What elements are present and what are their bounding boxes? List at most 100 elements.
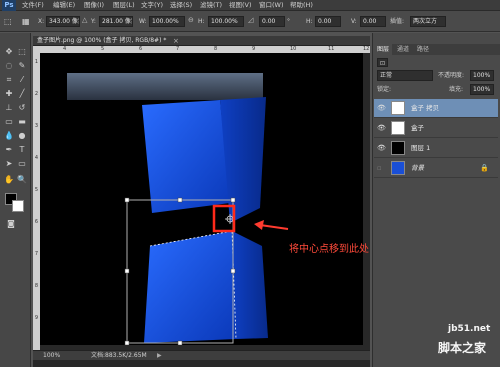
dodge-tool-icon[interactable]: ● [17,131,27,141]
menu-view[interactable]: 视图(V) [229,0,252,11]
vskew-label: V: [351,18,357,25]
watermark-name: 脚本之家 [438,341,487,355]
layer-thumbnail [391,101,405,115]
eyedropper-tool-icon[interactable]: ⁄ [17,75,27,85]
rotate-input[interactable]: 0.00 [259,16,285,27]
stamp-tool-icon[interactable]: ⊥ [4,103,14,113]
menu-window[interactable]: 窗口(W) [259,0,284,11]
annotation-text: 将中心点移到此处 [289,244,369,255]
layer-row[interactable]: 👁 盒子 [374,119,498,138]
zoom-tool-icon[interactable]: 🔍 [17,175,27,185]
panel-tabs: 图层 通道 路径 [374,44,500,55]
eye-icon[interactable]: 👁 [377,124,386,132]
ruler-tick-label: 3 [34,123,39,129]
options-bar: ⬚ ▦ X: 343.00 像素 △ Y: 281.00 像素 W: 100.0… [0,11,500,32]
x-input[interactable]: 343.00 像素 [46,16,80,27]
transform-handle[interactable] [177,340,183,345]
reference-point-icon[interactable]: ▦ [22,16,34,27]
pen-tool-icon[interactable]: ✒ [4,145,14,155]
vskew-input[interactable]: 0.00 [360,16,386,27]
menu-edit[interactable]: 编辑(E) [53,0,75,11]
hskew-label: H: [306,18,313,25]
marquee-tool-icon[interactable]: ⬚ [17,47,27,57]
ruler-tick-label: 6 [139,46,143,52]
status-arrow-icon[interactable]: ▶ [157,351,162,361]
layer-name: 盒子 拷贝 [411,104,440,112]
hand-tool-icon[interactable]: ✋ [4,175,14,185]
transform-handle[interactable] [177,197,183,203]
lock-label: 锁定: [377,86,392,93]
menu-select[interactable]: 选择(S) [170,0,192,11]
tab-paths[interactable]: 路径 [414,44,432,55]
background-color-swatch[interactable] [12,200,24,212]
layer-thumbnail [391,121,405,135]
delta-icon[interactable]: △ [82,16,87,24]
canvas[interactable] [40,53,363,345]
menu-help[interactable]: 帮助(H) [290,0,313,11]
fill-input[interactable]: 100% [470,84,494,95]
eye-icon[interactable]: 👁 [377,144,386,152]
menu-layer[interactable]: 图层(L) [113,0,135,11]
blur-tool-icon[interactable]: 💧 [4,131,14,141]
tab-layers[interactable]: 图层 [374,44,393,55]
ruler-tick-label: 9 [252,46,256,52]
watermark-url: jb51.net [448,324,491,334]
y-input[interactable]: 281.00 像素 [99,16,133,27]
transform-handle[interactable] [230,197,236,203]
interp-label: 插值: [390,18,405,25]
zoom-level[interactable]: 100% [43,351,60,361]
quick-select-tool-icon[interactable]: ✎ [17,61,27,71]
horizontal-ruler[interactable]: 4 5 6 7 8 9 10 11 12 [33,46,370,53]
opacity-label: 不透明度: [438,72,465,79]
ruler-tick-label: 8 [34,283,39,289]
opacity-input[interactable]: 100% [470,70,494,81]
height-input[interactable]: 100.00% [208,16,244,27]
layer-row[interactable]: 👁 图层 1 [374,139,498,158]
gradient-tool-icon[interactable]: ▬ [17,117,27,127]
tools-panel: ✥ ⬚ ◌ ✎ ⌗ ⁄ ✚ ╱ ⊥ ↺ ▭ ▬ 💧 ● ✒ T ➤ ▭ ✋ 🔍 … [0,33,31,367]
layer-filter-select[interactable]: ⊡ [377,58,388,67]
upper-box-front [142,100,230,213]
transform-handle[interactable] [230,268,236,274]
ruler-tick-label: 5 [101,46,105,52]
type-tool-icon[interactable]: T [17,145,27,155]
annotation-arrow-icon [254,220,289,230]
menu-image[interactable]: 图像(I) [84,0,104,11]
ruler-tick-label: 7 [176,46,180,52]
menu-file[interactable]: 文件(F) [22,0,44,11]
brush-tool-icon[interactable]: ╱ [17,89,27,99]
transform-handle[interactable] [124,197,130,203]
history-brush-tool-icon[interactable]: ↺ [17,103,27,113]
quick-mask-icon[interactable]: ◙ [6,219,16,229]
link-icon[interactable]: ⊖ [188,16,194,24]
transform-handle[interactable] [124,340,130,345]
lasso-tool-icon[interactable]: ◌ [4,61,14,71]
tab-channels[interactable]: 通道 [394,44,412,55]
crop-tool-icon[interactable]: ⌗ [4,75,14,85]
menu-filter[interactable]: 滤镜(T) [200,0,222,11]
ruler-tick-label: 11 [328,46,335,52]
layer-row[interactable]: 👁 盒子 拷贝 [374,99,498,118]
shape-tool-icon[interactable]: ▭ [17,159,27,169]
layer-name: 背景 [411,164,424,172]
menu-type[interactable]: 文字(Y) [141,0,163,11]
healing-tool-icon[interactable]: ✚ [4,89,14,99]
interpolation-select[interactable]: 两次立方 [410,16,446,27]
layer-row[interactable]: ▫ 背景 🔒 [374,159,498,178]
close-icon[interactable]: × [173,36,179,46]
eye-icon[interactable]: 👁 [377,104,386,112]
vertical-ruler[interactable]: 1 2 3 4 5 6 7 8 9 [33,53,40,350]
path-select-tool-icon[interactable]: ➤ [4,159,14,169]
move-tool-icon[interactable]: ✥ [4,47,14,57]
ruler-tick-label: 9 [34,315,39,321]
layer-thumbnail [391,141,405,155]
lock-icon: 🔒 [480,164,489,172]
document-tab[interactable]: 盒子图片.png @ 100% (盒子 拷贝, RGB/8#) * × [33,36,370,46]
blend-mode-select[interactable]: 正常 [377,70,433,81]
transform-handle[interactable] [124,268,130,274]
hskew-input[interactable]: 0.00 [315,16,341,27]
eraser-tool-icon[interactable]: ▭ [4,117,14,127]
width-input[interactable]: 100.00% [149,16,185,27]
w-label: W: [139,18,147,25]
eye-icon[interactable]: ▫ [377,164,385,172]
